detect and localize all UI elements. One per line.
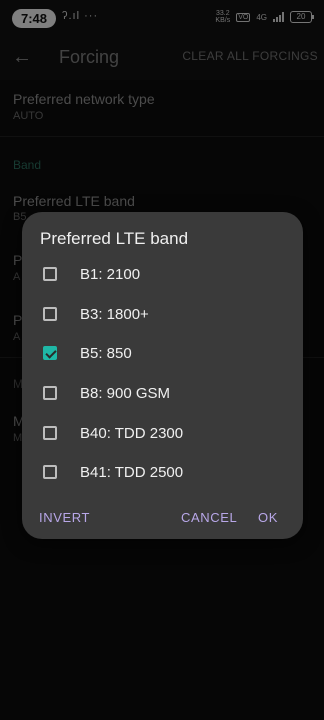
checkbox[interactable] — [43, 426, 57, 440]
preferred-lte-band-dialog: Preferred LTE band B1: 2100 B3: 1800+ B5… — [22, 212, 303, 539]
ok-button[interactable]: OK — [258, 510, 278, 525]
band-option-b40[interactable]: B40: TDD 2300 — [22, 414, 303, 454]
checkbox[interactable] — [43, 307, 57, 321]
checkbox[interactable] — [43, 465, 57, 479]
invert-button[interactable]: INVERT — [39, 510, 90, 525]
band-option-label: B5: 850 — [80, 345, 132, 362]
band-option-label: B8: 900 GSM — [80, 385, 171, 402]
band-option-b1[interactable]: B1: 2100 — [22, 255, 303, 295]
band-option-b8[interactable]: B8: 900 GSM — [22, 374, 303, 414]
band-option-label: B41: TDD 2500 — [80, 464, 184, 481]
band-option-label: B40: TDD 2300 — [80, 425, 184, 442]
cancel-button[interactable]: CANCEL — [181, 510, 237, 525]
checkbox[interactable] — [43, 386, 57, 400]
checkbox[interactable] — [43, 267, 57, 281]
checkbox-checked[interactable] — [43, 346, 57, 360]
band-option-label: B1: 2100 — [80, 266, 141, 283]
band-option-b41[interactable]: B41: TDD 2500 — [22, 453, 303, 493]
band-option-b3[interactable]: B3: 1800+ — [22, 295, 303, 335]
dialog-title: Preferred LTE band — [40, 229, 189, 248]
band-option-label: B3: 1800+ — [80, 306, 149, 323]
band-option-b5[interactable]: B5: 850 — [22, 334, 303, 374]
